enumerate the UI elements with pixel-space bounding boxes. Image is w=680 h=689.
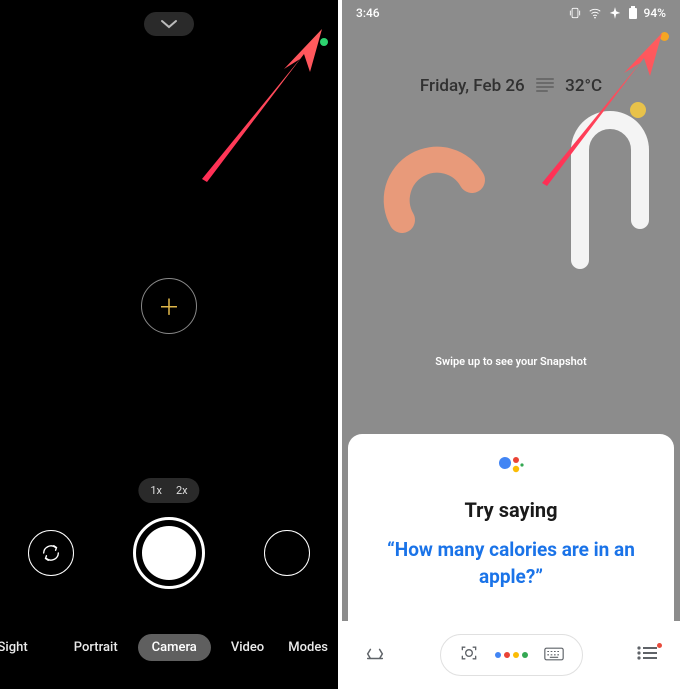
vibrate-icon (568, 6, 582, 20)
assistant-mic-dots-icon[interactable] (495, 652, 528, 658)
annotation-arrow (182, 24, 332, 184)
assistant-logo-icon (498, 454, 524, 476)
plus-icon: ＋ (158, 290, 180, 322)
explore-button[interactable] (364, 642, 386, 668)
at-a-glance[interactable]: Friday, Feb 26 32°C (342, 76, 680, 97)
status-time: 3:46 (356, 6, 380, 20)
lens-icon (459, 643, 479, 663)
shutter-row (0, 517, 338, 589)
status-bar: 3:46 94% (342, 6, 680, 20)
zoom-selector[interactable]: 1x 2x (138, 478, 199, 503)
mic-privacy-indicator (660, 32, 669, 41)
swipe-hint: Swipe up to see your Snapshot (342, 355, 680, 368)
battery-percent: 94% (644, 6, 666, 20)
gallery-thumbnail[interactable] (264, 530, 310, 576)
mode-camera[interactable]: Camera (138, 634, 211, 661)
chevron-down-icon (160, 19, 178, 29)
mode-selector[interactable]: t Sight Portrait Camera Video Modes (0, 634, 338, 661)
keyboard-icon (544, 647, 564, 661)
mode-video[interactable]: Video (231, 640, 264, 655)
assistant-input-pill[interactable] (440, 634, 583, 676)
camera-privacy-indicator (320, 38, 328, 46)
assistant-heading: Try saying (464, 498, 557, 522)
assistant-card: Try saying “How many calories are in an … (348, 434, 674, 621)
notification-dot (657, 643, 662, 648)
home-screen: 3:46 94% Friday, Feb 26 32°C Swipe up to… (342, 0, 680, 689)
battery-icon (628, 6, 638, 20)
wifi-icon (588, 6, 602, 20)
list-icon (636, 645, 658, 661)
decorative-shape (382, 130, 502, 250)
assistant-suggestion[interactable]: “How many calories are in an apple?” (362, 536, 660, 591)
shutter-button[interactable] (133, 517, 205, 589)
status-icons: 94% (568, 6, 666, 20)
zoom-1x[interactable]: 1x (150, 484, 162, 497)
mode-more[interactable]: Modes (288, 640, 328, 655)
mode-night-sight[interactable]: t Sight (0, 640, 28, 655)
keyboard-button[interactable] (544, 646, 564, 665)
camera-app: ＋ 1x 2x t Sight Portrait Camera Video Mo… (0, 0, 338, 689)
temperature-text: 32°C (565, 76, 602, 96)
fog-icon (535, 76, 555, 97)
updates-button[interactable] (636, 645, 658, 665)
lens-button[interactable] (459, 643, 479, 667)
collapse-toggle[interactable] (144, 12, 194, 36)
mode-portrait[interactable]: Portrait (74, 640, 118, 655)
explore-icon (364, 642, 386, 664)
decorative-shape (520, 100, 670, 280)
airplane-icon (608, 6, 622, 20)
assistant-toolbar (342, 621, 680, 689)
switch-camera-button[interactable] (28, 530, 74, 576)
shutter-inner (142, 526, 196, 580)
focus-target[interactable]: ＋ (141, 278, 197, 334)
date-text: Friday, Feb 26 (420, 76, 525, 96)
switch-camera-icon (40, 542, 62, 564)
zoom-2x[interactable]: 2x (176, 484, 188, 497)
